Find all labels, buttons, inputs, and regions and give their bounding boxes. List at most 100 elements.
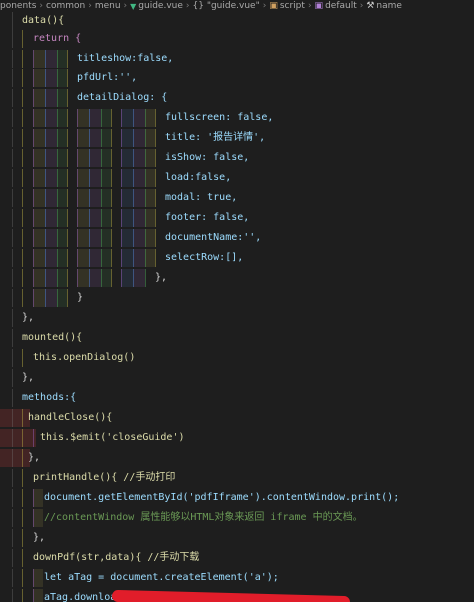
indent-guide [77, 249, 78, 267]
indent-band [45, 129, 57, 147]
code-token: methods:{ [22, 392, 77, 403]
indent-guide [101, 229, 102, 247]
code-line: documentName:'', [0, 229, 474, 247]
indent-guide [67, 109, 68, 127]
indent-guide [133, 189, 134, 207]
code-line: printHandle(){ //手动打印 [0, 469, 474, 487]
indent-guide [22, 349, 23, 367]
code-token: detailDialog: { [77, 92, 168, 103]
code-token: mounted(){ [22, 332, 83, 343]
indent-band [121, 189, 133, 207]
indent-guide [22, 509, 23, 527]
indent-band [101, 189, 111, 207]
code-token: }, [28, 452, 41, 463]
indent-band [57, 209, 67, 227]
indent-band [101, 209, 111, 227]
code-line: methods:{ [0, 389, 474, 407]
indent-guide [57, 209, 58, 227]
breadcrumb-item-common[interactable]: common [46, 1, 85, 11]
indent-band [89, 129, 101, 147]
code-editor[interactable]: data(){ return { titleshow:false, pfdUrl… [0, 12, 474, 602]
breadcrumb-item-script[interactable]: script [280, 1, 305, 11]
indent-band [57, 109, 67, 127]
code-line: downPdf(str,data){ //手动下载 [0, 549, 474, 567]
indent-guide [77, 109, 78, 127]
indent-guide [101, 209, 102, 227]
code-text: } [77, 289, 83, 307]
indent-band [57, 149, 67, 167]
indent-guide [57, 89, 58, 107]
code-text: isShow: false, [165, 149, 249, 167]
breadcrumb-item-menu[interactable]: menu [95, 1, 121, 11]
indent-guide [111, 129, 112, 147]
indent-guide [155, 229, 156, 247]
code-token: handleClose(){ [28, 412, 113, 423]
indent-guide [145, 109, 146, 127]
indent-guide [33, 189, 34, 207]
indent-guide [22, 149, 23, 167]
code-token: aTag.download [44, 592, 123, 602]
indent-band [133, 189, 145, 207]
script-icon: ▣ [269, 1, 278, 11]
breadcrumb-item-name[interactable]: name [376, 1, 402, 11]
breadcrumb-item-file[interactable]: guide.vue [138, 1, 183, 11]
indent-guide [145, 209, 146, 227]
code-text: mounted(){ [22, 329, 82, 347]
code-line: this.openDialog() [0, 349, 474, 367]
code-text: fullscreen: false, [165, 109, 273, 127]
indent-band [33, 189, 45, 207]
code-token: }, [22, 312, 35, 323]
indent-guide [22, 449, 23, 467]
indent-guide [67, 50, 68, 68]
breadcrumb-item-components[interactable]: ponents [0, 1, 36, 11]
indent-guide [111, 269, 112, 287]
indent-guide [57, 269, 58, 287]
indent-band [101, 109, 111, 127]
indent-guide [67, 69, 68, 87]
code-token: load:false, [165, 172, 232, 183]
indent-guide [155, 129, 156, 147]
indent-guide [133, 109, 134, 127]
indent-guide [67, 289, 68, 307]
indent-guide [12, 109, 13, 127]
indent-guide [155, 109, 156, 127]
indent-band [57, 50, 67, 68]
indent-band [57, 269, 67, 287]
indent-guide [155, 249, 156, 267]
indent-guide [22, 269, 23, 287]
indent-guide [145, 269, 146, 287]
code-token: let aTag = document.createElement('a'); [44, 572, 279, 583]
code-text: handleClose(){ [28, 409, 112, 427]
indent-guide [22, 209, 23, 227]
indent-guide [22, 189, 23, 207]
code-text: }, [28, 449, 40, 467]
indent-band [145, 129, 155, 147]
code-token: document.getElementById('pdfIframe').con… [44, 492, 400, 503]
indent-guide [45, 149, 46, 167]
indent-band [33, 489, 43, 507]
indent-band [57, 89, 67, 107]
indent-guide [57, 149, 58, 167]
indent-guide [133, 249, 134, 267]
indent-guide [57, 69, 58, 87]
breadcrumb-item-module[interactable]: {} "guide.vue" [193, 1, 260, 11]
code-token: modal: true, [165, 192, 238, 203]
indent-guide [89, 129, 90, 147]
indent-guide [45, 109, 46, 127]
chevron-right-icon: › [307, 1, 312, 11]
indent-guide [12, 189, 13, 207]
indent-guide [111, 109, 112, 127]
code-token: titleshow:false, [77, 53, 174, 64]
code-line: selectRow:[], [0, 249, 474, 267]
indent-band [145, 109, 155, 127]
code-line: let aTag = document.createElement('a'); [0, 569, 474, 587]
indent-guide [67, 89, 68, 107]
indent-guide [57, 169, 58, 187]
indent-guide [133, 169, 134, 187]
error-highlight [0, 449, 30, 467]
indent-guide [33, 269, 34, 287]
indent-band [33, 129, 45, 147]
breadcrumb-item-default[interactable]: default [325, 1, 357, 11]
indent-guide [89, 249, 90, 267]
indent-guide [121, 189, 122, 207]
